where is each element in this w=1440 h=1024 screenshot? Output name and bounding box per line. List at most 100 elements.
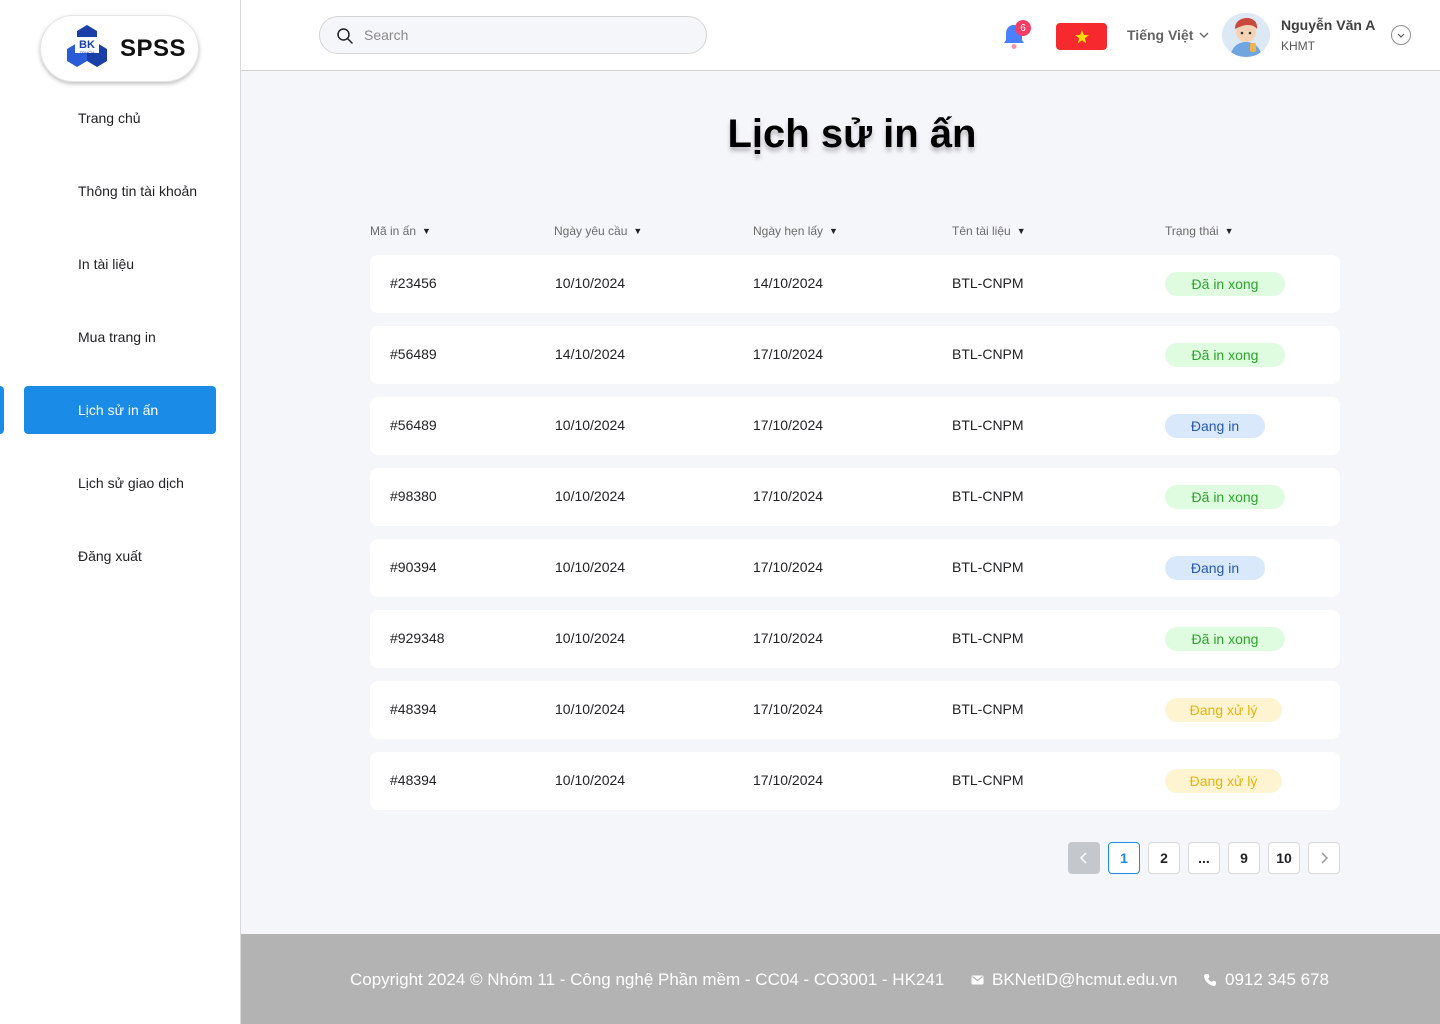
sidebar-item-label: Mua trang in: [78, 329, 156, 345]
page-button-2[interactable]: 2: [1148, 842, 1180, 874]
print-id: #929348: [390, 630, 445, 646]
column-label: Tên tài liệu: [952, 224, 1011, 238]
user-role: KHMT: [1281, 39, 1315, 53]
logo[interactable]: BK TP.HCM SPSS: [40, 15, 199, 82]
prev-page-button[interactable]: [1068, 842, 1100, 874]
footer-phone[interactable]: 0912 345 678: [1203, 970, 1329, 990]
page-button-10[interactable]: 10: [1268, 842, 1300, 874]
logo-text: SPSS: [120, 35, 187, 62]
sort-caret-icon: ▼: [1224, 226, 1234, 236]
column-header-status[interactable]: Trạng thái ▼: [1165, 224, 1234, 238]
sidebar-item-print-document[interactable]: In tài liệu: [0, 240, 240, 288]
status-badge: Đang in: [1165, 556, 1265, 580]
sidebar-item-print-history[interactable]: Lịch sử in ấn: [0, 386, 240, 434]
print-history-table: #23456 10/10/2024 14/10/2024 BTL-CNPM Đã…: [370, 255, 1340, 823]
sort-caret-icon: ▼: [633, 226, 643, 236]
chevron-down-icon: [1199, 32, 1209, 38]
status-badge: Đã in xong: [1165, 627, 1285, 651]
pickup-date: 17/10/2024: [753, 488, 824, 504]
sidebar-item-home[interactable]: Trang chủ: [0, 94, 240, 142]
table-row[interactable]: #56489 10/10/2024 17/10/2024 BTL-CNPM Đa…: [370, 397, 1340, 455]
document-name: BTL-CNPM: [952, 559, 1024, 575]
print-id: #98380: [390, 488, 437, 504]
top-header: 6 Tiếng Việt Nguyễn Văn A KHMT: [241, 0, 1440, 71]
bk-logo-icon: BK TP.HCM: [67, 25, 107, 67]
column-label: Ngày yêu cầu: [554, 224, 628, 238]
column-header-document-name[interactable]: Tên tài liệu ▼: [952, 224, 1026, 238]
column-label: Trạng thái: [1165, 224, 1219, 238]
column-label: Mã in ấn: [370, 224, 417, 238]
language-selector[interactable]: Tiếng Việt: [1127, 27, 1209, 43]
table-row[interactable]: #929348 10/10/2024 17/10/2024 BTL-CNPM Đ…: [370, 610, 1340, 668]
sidebar-item-label: In tài liệu: [78, 256, 135, 272]
table-row[interactable]: #23456 10/10/2024 14/10/2024 BTL-CNPM Đã…: [370, 255, 1340, 313]
request-date: 10/10/2024: [555, 772, 626, 788]
sidebar-item-account-info[interactable]: Thông tin tài khoản: [0, 167, 240, 215]
page-button-1[interactable]: 1: [1108, 842, 1140, 874]
status-badge: Đang xử lý: [1165, 698, 1282, 722]
pickup-date: 17/10/2024: [753, 772, 824, 788]
request-date: 10/10/2024: [555, 630, 626, 646]
column-header-request-date[interactable]: Ngày yêu cầu ▼: [554, 224, 642, 238]
pickup-date: 17/10/2024: [753, 559, 824, 575]
pickup-date: 17/10/2024: [753, 417, 824, 433]
phone-icon: [1204, 974, 1216, 986]
request-date: 10/10/2024: [555, 488, 626, 504]
footer: Copyright 2024 © Nhóm 11 - Công nghệ Phầ…: [241, 934, 1440, 1024]
language-label: Tiếng Việt: [1127, 27, 1194, 43]
document-name: BTL-CNPM: [952, 417, 1024, 433]
page-ellipsis: ...: [1188, 842, 1220, 874]
column-header-pickup-date[interactable]: Ngày hẹn lấy ▼: [753, 224, 838, 238]
user-avatar-icon: [1222, 13, 1270, 57]
document-name: BTL-CNPM: [952, 346, 1024, 362]
column-header-print-id[interactable]: Mã in ấn ▼: [370, 224, 431, 238]
next-page-button[interactable]: [1308, 842, 1340, 874]
table-row[interactable]: #90394 10/10/2024 17/10/2024 BTL-CNPM Đa…: [370, 539, 1340, 597]
document-name: BTL-CNPM: [952, 488, 1024, 504]
footer-email-text: BKNetID@hcmut.edu.vn: [992, 970, 1178, 989]
footer-phone-text: 0912 345 678: [1225, 970, 1329, 989]
user-name: Nguyễn Văn A: [1281, 17, 1376, 33]
print-id: #48394: [390, 701, 437, 717]
print-id: #48394: [390, 772, 437, 788]
pickup-date: 17/10/2024: [753, 346, 824, 362]
search-input[interactable]: [364, 17, 694, 53]
search-icon: [337, 28, 353, 44]
sidebar-item-buy-pages[interactable]: Mua trang in: [0, 313, 240, 361]
sidebar-nav: Trang chủ Thông tin tài khoản In tài liệ…: [0, 94, 240, 605]
sidebar-item-transaction-history[interactable]: Lịch sử giao dịch: [0, 459, 240, 507]
footer-email[interactable]: BKNetID@hcmut.edu.vn: [971, 970, 1177, 990]
document-name: BTL-CNPM: [952, 630, 1024, 646]
table-row[interactable]: #48394 10/10/2024 17/10/2024 BTL-CNPM Đa…: [370, 752, 1340, 810]
table-row[interactable]: #48394 10/10/2024 17/10/2024 BTL-CNPM Đa…: [370, 681, 1340, 739]
request-date: 10/10/2024: [555, 559, 626, 575]
sort-caret-icon: ▼: [422, 226, 431, 236]
chevron-left-icon: [1080, 852, 1087, 864]
status-badge: Đã in xong: [1165, 343, 1285, 367]
page-button-9[interactable]: 9: [1228, 842, 1260, 874]
vietnam-flag-icon[interactable]: [1056, 23, 1107, 50]
table-row[interactable]: #56489 14/10/2024 17/10/2024 BTL-CNPM Đã…: [370, 326, 1340, 384]
print-id: #23456: [390, 275, 437, 291]
request-date: 14/10/2024: [555, 346, 626, 362]
status-badge: Đang in: [1165, 414, 1265, 438]
sidebar: BK TP.HCM SPSS Trang chủ Thông tin tài k…: [0, 0, 241, 1024]
avatar[interactable]: [1222, 13, 1270, 57]
table-row[interactable]: #98380 10/10/2024 17/10/2024 BTL-CNPM Đã…: [370, 468, 1340, 526]
search-bar[interactable]: [319, 16, 707, 54]
mail-icon: [971, 975, 984, 985]
document-name: BTL-CNPM: [952, 772, 1024, 788]
user-menu-button[interactable]: [1391, 25, 1411, 45]
print-id: #56489: [390, 417, 437, 433]
document-name: BTL-CNPM: [952, 275, 1024, 291]
sidebar-item-logout[interactable]: Đăng xuất: [0, 532, 240, 580]
sidebar-item-label: Thông tin tài khoản: [78, 183, 198, 199]
chevron-right-icon: [1321, 852, 1328, 864]
notification-badge: 6: [1015, 20, 1031, 36]
status-badge: Đã in xong: [1165, 272, 1285, 296]
request-date: 10/10/2024: [555, 701, 626, 717]
print-id: #56489: [390, 346, 437, 362]
chevron-down-icon: [1397, 33, 1405, 38]
print-id: #90394: [390, 559, 437, 575]
column-label: Ngày hẹn lấy: [753, 224, 824, 238]
